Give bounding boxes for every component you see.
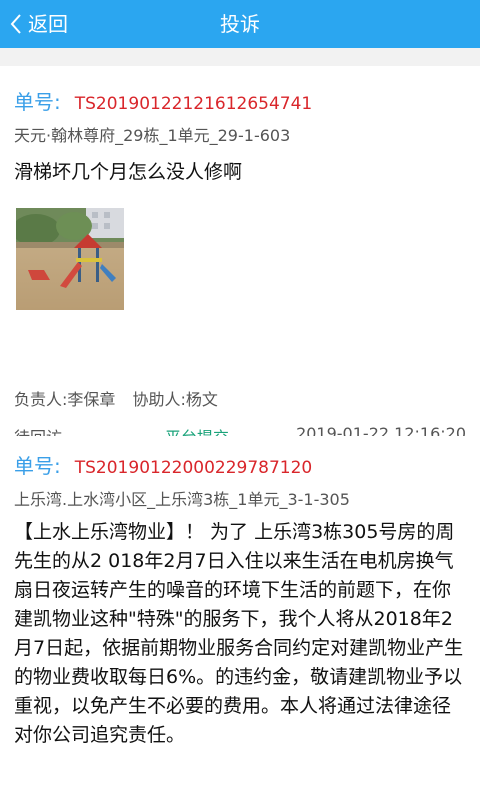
order-number-row: 单号: TS20190122121612654741 [14, 86, 312, 115]
back-button[interactable]: 返回 [10, 0, 68, 48]
complaint-card[interactable]: 单号: TS20190122000229787120 上乐湾.上水湾小区_上乐湾… [0, 436, 480, 800]
complaint-photo[interactable] [16, 208, 124, 310]
back-label: 返回 [28, 12, 68, 36]
app-header: 返回 投诉 [0, 0, 480, 48]
page-title: 投诉 [220, 12, 260, 36]
order-number-row: 单号: TS20190122000229787120 [14, 450, 312, 479]
complaint-content: 滑梯坏几个月怎么没人修啊 [14, 161, 243, 183]
order-number-label: 单号: [14, 90, 61, 114]
playground-photo-image [16, 208, 124, 310]
order-number-label: 单号: [14, 454, 61, 478]
complaint-address: 上乐湾.上水湾小区_上乐湾3栋_1单元_3-1-305 [14, 490, 350, 509]
complaint-list-screen: 返回 投诉 单号: TS20190122121612654741 天元·翰林尊府… [0, 0, 480, 800]
order-number-value: TS20190122000229787120 [74, 458, 313, 478]
assignee-row: 负责人:李保章 协助人:杨文 [14, 386, 218, 410]
complaint-list[interactable]: 单号: TS20190122121612654741 天元·翰林尊府_29栋_1… [0, 48, 480, 800]
order-number-value: TS20190122121612654741 [74, 94, 313, 114]
assistant-person: 协助人:杨文 [132, 390, 218, 409]
complaint-content: 【上水上乐湾物业】！ 为了 上乐湾3栋305号房的周先生的从2 018年2月7日… [14, 521, 464, 746]
chevron-left-icon [10, 14, 21, 34]
complaint-card[interactable]: 单号: TS20190122121612654741 天元·翰林尊府_29栋_1… [0, 66, 480, 454]
complaint-address: 天元·翰林尊府_29栋_1单元_29-1-603 [14, 126, 291, 145]
responsible-person: 负责人:李保章 [14, 390, 116, 409]
